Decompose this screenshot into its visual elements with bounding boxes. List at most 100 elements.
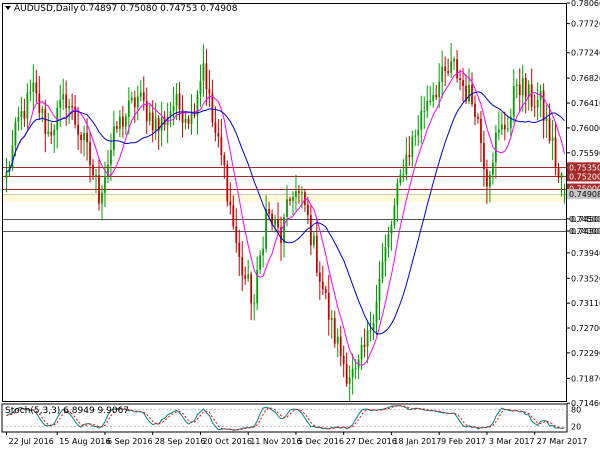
candle-body [217,132,220,137]
ohlc-readout: 0.74897 0.75080 0.74753 0.74908 [80,4,238,14]
candle-body [483,143,485,170]
candle-body [274,219,276,226]
candle-body [14,121,17,146]
candle-body [32,82,35,92]
symbol-title: AUDUSD,Daily [14,4,79,14]
price-tick-label: 0.76410 [571,99,600,108]
date-tick-label: 11 Nov 2016 [250,437,301,446]
candle-body [205,63,208,90]
price-line-label: 0.75350 [567,162,600,173]
candle-body [474,103,476,118]
candle-body [130,97,133,101]
price-line-label-text: 0.74300 [569,227,600,236]
price-line-label: 0.74908 [567,189,600,200]
candle-body [83,132,85,141]
candle-body [184,118,187,123]
price-tick-label: 0.78060 [571,0,600,8]
candle-body [330,318,333,320]
candle-body [312,235,315,246]
candle-body [262,248,265,256]
candle-body [26,93,29,119]
price-tick-label: 0.73940 [571,249,600,258]
candle-body [178,93,181,110]
candle-body [47,131,50,134]
candle-body [124,116,127,127]
date-tick-label: 15 Aug 2016 [59,437,110,446]
price-line-label-text: 0.74500 [569,215,600,224]
candle-body [241,256,244,276]
date-tick-label: 27 Dec 2016 [346,437,397,446]
candle-body [142,92,145,101]
candle-body [533,106,536,108]
candle-body [494,132,497,163]
candle-body [438,81,441,98]
candle-body [298,191,300,193]
candle-body [536,99,539,108]
price-tick-label: 0.72290 [571,349,600,358]
candle-body [133,97,136,108]
candle-body [62,94,65,100]
date-tick-label: 22 Jul 2016 [8,437,53,446]
candle-body [384,247,387,262]
candle-body [229,201,232,206]
candle-body [211,93,214,123]
candle-body [265,208,267,249]
stochastic-tick-label: 80 [571,406,581,415]
chart-background [0,0,600,450]
candle-body [98,175,100,204]
candle-body [283,216,285,243]
candle-body [50,131,53,136]
price-line-label-text: 0.75200 [569,172,600,181]
candle-body [71,106,74,108]
candle-body [315,235,318,273]
candle-body [113,126,115,151]
candle-body [351,368,354,378]
candle-body [175,93,178,106]
price-tick-label: 0.71870 [571,374,600,383]
price-tick-label: 0.73110 [571,299,600,308]
candle-body [154,118,157,131]
candle-body [202,63,205,81]
candle-body [414,135,417,137]
price-tick-label: 0.76820 [571,74,600,83]
candle-body [89,142,91,165]
candle-body [545,118,548,121]
price-line-label: 0.74300 [569,227,600,236]
candle-body [121,116,124,127]
candle-body [208,89,211,94]
candle-body [232,205,235,227]
candle-body [104,177,106,193]
candle-body [223,155,226,165]
price-tick-label: 0.73520 [571,274,600,283]
candle-body [116,126,118,129]
date-tick-label: 28 Sep 2016 [155,437,206,446]
candle-body [381,261,384,279]
chart-header: AUDUSD,Daily 0.74897 0.75080 0.74753 0.7… [5,4,238,14]
candle-body [68,106,71,109]
candle-body [491,162,494,175]
candle-body [17,116,20,122]
candle-body [20,111,23,117]
candle-body [563,194,566,196]
candle-body [453,59,455,62]
candle-body [244,275,247,279]
candle-body [253,303,256,305]
candle-body [396,183,399,206]
candle-body [411,136,414,157]
candle-body [441,66,444,82]
candle-body [348,377,351,384]
candle-body [521,77,524,95]
candle-body [59,99,62,108]
candle-body [238,242,241,257]
candle-body [462,80,464,87]
candle-body [95,175,97,177]
candle-body [342,355,345,364]
price-tick-label: 0.75590 [571,149,600,158]
candle-body [268,208,270,214]
candle-body [506,128,509,130]
candle-body [405,154,408,175]
candle-body [557,168,560,178]
candle-body [363,344,366,347]
candle-body [515,84,518,87]
candle-body [92,164,94,176]
